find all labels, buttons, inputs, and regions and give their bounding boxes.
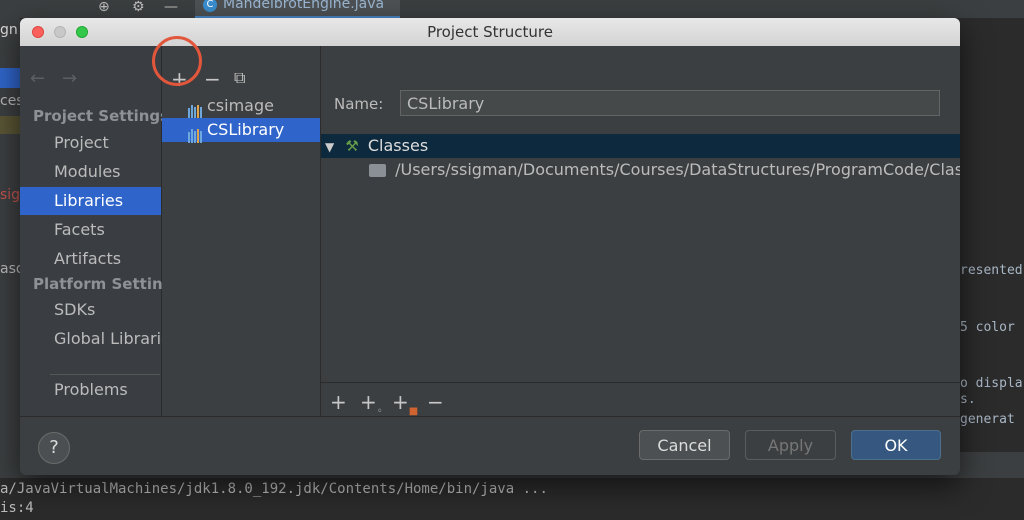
libraries-list-panel: + − ⧉ csimage CSLibrary	[162, 46, 321, 416]
ide-left-highlight	[0, 116, 20, 134]
hide-icon[interactable]: —	[164, 0, 178, 14]
ide-left-selection	[0, 68, 20, 88]
target-icon[interactable]: ⊕	[98, 0, 110, 14]
add-jar-icon[interactable]: +◦	[360, 390, 383, 417]
dialog-title: Project Structure	[427, 23, 553, 41]
sidebar-item-libraries[interactable]: Libraries	[20, 187, 161, 215]
java-class-icon: C	[203, 0, 217, 12]
editor-tab-label: MandelbrotEngine.java	[223, 0, 385, 12]
plus-icon[interactable]: +	[330, 390, 347, 414]
project-structure-dialog: Project Structure ← → Project Settings P…	[20, 18, 960, 475]
code-fragment: s.	[960, 392, 976, 407]
sidebar-item-project[interactable]: Project	[20, 129, 161, 157]
tree-node-class-path[interactable]: /Users/ssigman/Documents/Courses/DataStr…	[321, 158, 960, 182]
project-settings-heading: Project Settings	[33, 107, 170, 125]
library-name-input[interactable]	[400, 90, 940, 116]
ide-left-fragment: gn	[0, 22, 18, 38]
library-item-cslibrary[interactable]: CSLibrary	[162, 118, 320, 143]
content-divider	[321, 382, 960, 383]
ok-button[interactable]: OK	[851, 430, 941, 460]
editor-tab[interactable]: C MandelbrotEngine.java	[195, 0, 400, 19]
copy-icon[interactable]: ⧉	[234, 68, 245, 88]
library-icon	[188, 119, 203, 143]
platform-settings-heading: Platform Settings	[33, 275, 183, 293]
code-fragment: resented	[960, 263, 1023, 278]
minus-icon[interactable]: −	[204, 67, 221, 91]
folder-icon	[369, 164, 386, 177]
name-label: Name:	[334, 95, 384, 113]
console-line: a/JavaVirtualMachines/jdk1.8.0_192.jdk/C…	[0, 481, 548, 497]
console-output: a/JavaVirtualMachines/jdk1.8.0_192.jdk/C…	[0, 478, 1024, 520]
tree-node-classes[interactable]: ▼ ⚒ Classes	[321, 134, 960, 158]
sidebar-item-global-libraries[interactable]: Global Libraries	[20, 325, 179, 353]
help-button[interactable]: ?	[38, 432, 70, 464]
add-folder-icon[interactable]: +■	[392, 390, 418, 417]
sidebar-item-facets[interactable]: Facets	[20, 216, 161, 244]
footer-divider	[20, 416, 960, 417]
sidebar-divider	[50, 374, 160, 375]
code-fragment: generat	[960, 412, 1015, 427]
library-item-csimage[interactable]: csimage	[162, 94, 320, 119]
ide-editor-area: resented 5 color o displa s. generat	[960, 18, 1024, 478]
highlight-circle-annotation	[152, 36, 202, 86]
forward-arrow-icon[interactable]: →	[62, 68, 77, 89]
code-fragment: o displa	[960, 376, 1023, 391]
expand-triangle-icon[interactable]: ▼	[325, 140, 334, 154]
sidebar-item-modules[interactable]: Modules	[20, 158, 161, 186]
cancel-button[interactable]: Cancel	[639, 430, 730, 460]
sidebar-item-problems[interactable]: Problems	[20, 376, 161, 404]
sidebar-item-sdks[interactable]: SDKs	[20, 296, 161, 324]
ide-left-fragment: sig	[0, 187, 21, 203]
sidebar-item-artifacts[interactable]: Artifacts	[20, 245, 161, 273]
back-arrow-icon[interactable]: ←	[30, 68, 45, 89]
library-icon	[188, 95, 203, 119]
ide-toolbar: ⊕ ⚙ —	[0, 0, 1024, 18]
minus-icon[interactable]: −	[427, 390, 444, 414]
settings-sidebar: ← → Project Settings Project Modules Lib…	[20, 46, 182, 416]
library-details-panel: Name: ▼ ⚒ Classes /Users/ssigman/Documen…	[321, 46, 960, 417]
code-fragment: 5 color	[960, 320, 1015, 335]
console-line: is:4	[0, 500, 34, 516]
apply-button[interactable]: Apply	[745, 430, 836, 460]
hammer-icon: ⚒	[345, 137, 359, 155]
gear-icon[interactable]: ⚙	[132, 0, 145, 14]
